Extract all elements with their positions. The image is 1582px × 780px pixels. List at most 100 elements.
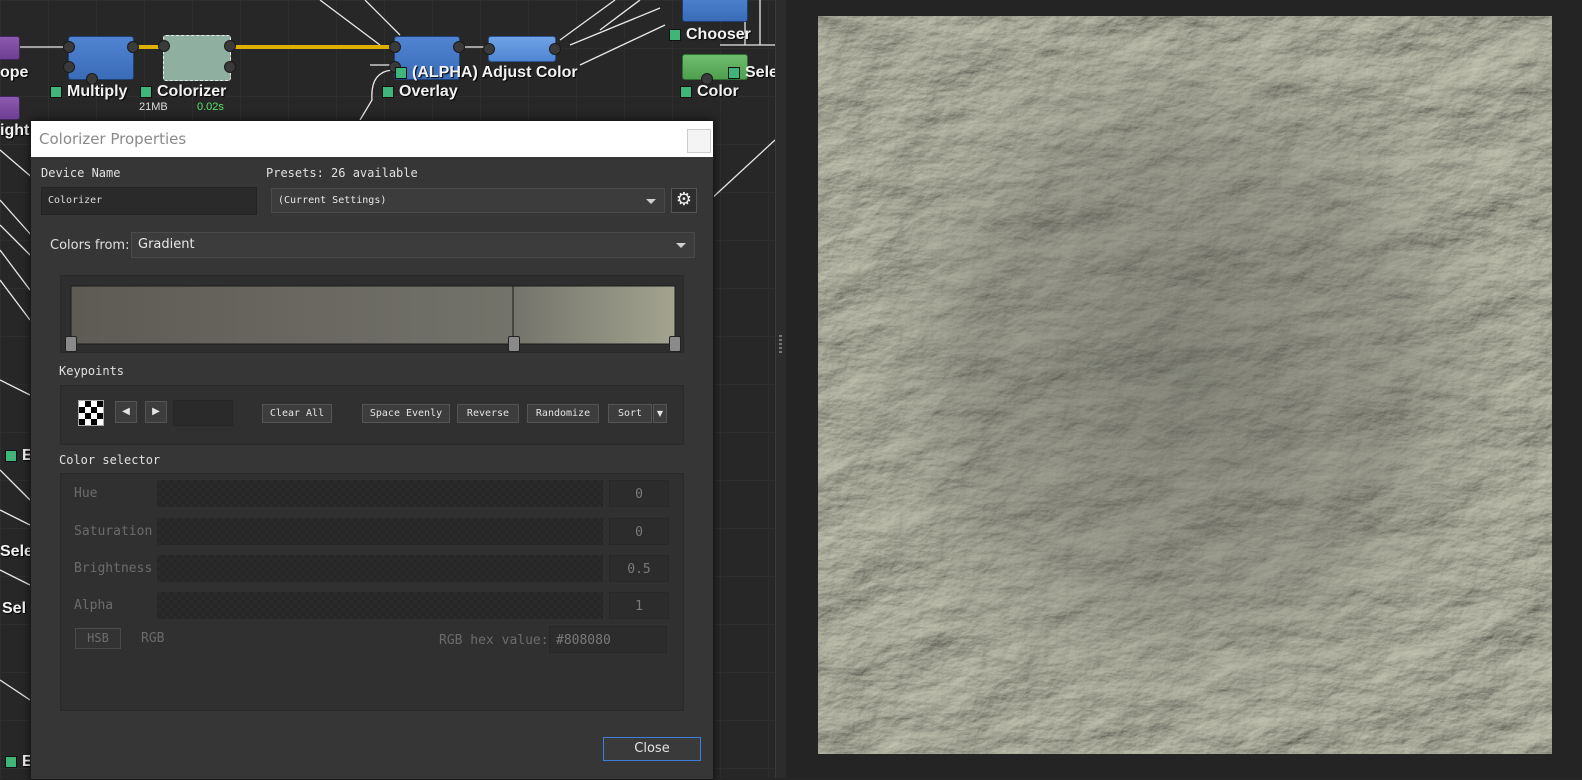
output-port[interactable] bbox=[453, 41, 465, 53]
node-label-chooser: Chooser bbox=[669, 26, 751, 44]
node-label-multiply: Multiply bbox=[50, 83, 127, 101]
randomize-button[interactable]: Randomize bbox=[527, 404, 599, 423]
brightness-value[interactable]: 0.5 bbox=[609, 555, 669, 582]
input-port[interactable] bbox=[63, 41, 75, 53]
color-selector-label: Color selector bbox=[59, 453, 161, 467]
node-enable-checkbox[interactable] bbox=[140, 85, 152, 98]
output-port[interactable] bbox=[224, 61, 236, 73]
hue-value[interactable]: 0 bbox=[609, 480, 669, 507]
saturation-value[interactable]: 0 bbox=[609, 518, 669, 545]
node-name: Chooser bbox=[686, 26, 751, 43]
presets-label: Presets: 26 available bbox=[266, 166, 418, 180]
node-label-overlay: Overlay bbox=[382, 83, 458, 101]
close-button[interactable]: Close bbox=[603, 737, 701, 761]
hue-slider[interactable] bbox=[157, 480, 603, 507]
presets-selected-value: (Current Settings) bbox=[278, 195, 387, 206]
node-chooser[interactable] bbox=[682, 0, 748, 22]
node-enable-checkbox[interactable] bbox=[382, 85, 394, 98]
gradient-keypoint-handle[interactable] bbox=[65, 336, 77, 352]
node-enable-checkbox[interactable] bbox=[5, 755, 17, 768]
node-name: (ALPHA) Adjust Color bbox=[412, 64, 578, 81]
node-colorizer[interactable] bbox=[158, 35, 236, 81]
colors-from-label: Colors from: bbox=[50, 238, 130, 253]
saturation-label: Saturation bbox=[74, 524, 153, 539]
node-label-color: Color bbox=[680, 83, 739, 101]
input-port[interactable] bbox=[483, 43, 495, 55]
preset-settings-button[interactable]: ⚙ bbox=[671, 188, 697, 213]
node-enable-checkbox[interactable] bbox=[669, 28, 681, 41]
node-label-sele-left: Sele bbox=[0, 543, 33, 560]
gradient-keypoint-handle[interactable] bbox=[508, 336, 520, 352]
node-time: 0.02s bbox=[197, 101, 224, 113]
terrain-preview bbox=[818, 16, 1552, 754]
hex-value-input[interactable]: #808080 bbox=[549, 626, 667, 653]
keypoint-position-input[interactable] bbox=[173, 400, 233, 426]
dialog-close-icon[interactable] bbox=[687, 129, 711, 153]
node-ight[interactable] bbox=[0, 96, 20, 120]
node-label-e2: E bbox=[5, 753, 33, 771]
node-adjust-color[interactable] bbox=[483, 36, 561, 62]
device-name-input[interactable]: Colorizer bbox=[41, 187, 257, 215]
node-ope[interactable] bbox=[0, 36, 20, 60]
rgb-mode-button[interactable]: RGB bbox=[141, 631, 164, 646]
alpha-slider[interactable] bbox=[157, 592, 603, 619]
clear-all-button[interactable]: Clear All bbox=[262, 404, 332, 423]
saturation-slider[interactable] bbox=[157, 518, 603, 545]
prev-keypoint-button[interactable]: ◀ bbox=[115, 401, 137, 423]
node-label-colorizer: Colorizer bbox=[140, 83, 226, 101]
node-label-ope: ope bbox=[0, 64, 29, 81]
chevron-down-icon: ▼ bbox=[656, 409, 664, 418]
keypoint-color-swatch[interactable] bbox=[78, 400, 104, 426]
chevron-down-icon bbox=[646, 199, 656, 204]
keypoints-panel: ◀ ▶ Clear All Space Evenly Reverse Rando… bbox=[60, 385, 684, 445]
node-name: Color bbox=[697, 83, 739, 100]
node-multiply[interactable] bbox=[63, 36, 139, 85]
gradient-editor bbox=[60, 275, 684, 353]
space-evenly-button[interactable]: Space Evenly bbox=[362, 404, 450, 423]
node-enable-checkbox[interactable] bbox=[728, 66, 740, 79]
node-label-ight: ight bbox=[0, 122, 30, 139]
node-label-e1: E bbox=[5, 447, 33, 465]
hsb-mode-button[interactable]: HSB bbox=[75, 628, 121, 649]
node-name: Multiply bbox=[67, 83, 128, 100]
node-label-sele: Sele bbox=[728, 64, 775, 82]
gradient-bar[interactable] bbox=[61, 276, 683, 352]
hex-value-label: RGB hex value: bbox=[439, 633, 549, 648]
next-keypoint-button[interactable]: ▶ bbox=[145, 401, 167, 423]
dialog-title: Colorizer Properties bbox=[39, 130, 187, 148]
arrow-left-icon: ◀ bbox=[122, 406, 130, 417]
keypoints-label: Keypoints bbox=[59, 364, 125, 378]
gradient-keypoint-handle[interactable] bbox=[669, 336, 681, 352]
node-enable-checkbox[interactable] bbox=[5, 449, 17, 462]
node-enable-checkbox[interactable] bbox=[50, 85, 62, 98]
output-port[interactable] bbox=[127, 41, 139, 53]
splitter-grip-icon bbox=[779, 335, 782, 355]
output-port[interactable] bbox=[224, 40, 236, 52]
output-port[interactable] bbox=[549, 43, 561, 55]
alpha-label: Alpha bbox=[74, 598, 114, 613]
presets-dropdown[interactable]: (Current Settings) bbox=[271, 188, 665, 213]
colors-from-dropdown[interactable]: Gradient bbox=[131, 232, 695, 258]
chevron-down-icon bbox=[676, 243, 686, 248]
sort-options-button[interactable]: ▼ bbox=[653, 404, 667, 423]
alpha-value[interactable]: 1 bbox=[609, 592, 669, 619]
node-label-adjust-color: (ALPHA) Adjust Color bbox=[395, 64, 578, 82]
colors-from-selected-value: Gradient bbox=[138, 237, 195, 252]
input-port[interactable] bbox=[389, 41, 401, 53]
node-enable-checkbox[interactable] bbox=[680, 85, 692, 98]
gear-icon: ⚙ bbox=[675, 189, 693, 210]
reverse-button[interactable]: Reverse bbox=[457, 404, 519, 423]
input-port[interactable] bbox=[158, 40, 170, 52]
dialog-titlebar[interactable]: Colorizer Properties bbox=[31, 121, 713, 157]
colorizer-properties-dialog: Colorizer Properties Device Name Coloriz… bbox=[30, 120, 714, 780]
input-port[interactable] bbox=[63, 61, 75, 73]
sort-button[interactable]: Sort bbox=[608, 404, 652, 423]
node-name: Colorizer bbox=[157, 83, 227, 100]
node-memory: 21MB bbox=[139, 101, 168, 113]
node-enable-checkbox[interactable] bbox=[395, 66, 407, 79]
brightness-slider[interactable] bbox=[157, 555, 603, 582]
arrow-right-icon: ▶ bbox=[152, 406, 160, 417]
brightness-label: Brightness bbox=[74, 561, 153, 576]
device-name-label: Device Name bbox=[41, 166, 121, 180]
hue-label: Hue bbox=[74, 486, 98, 501]
